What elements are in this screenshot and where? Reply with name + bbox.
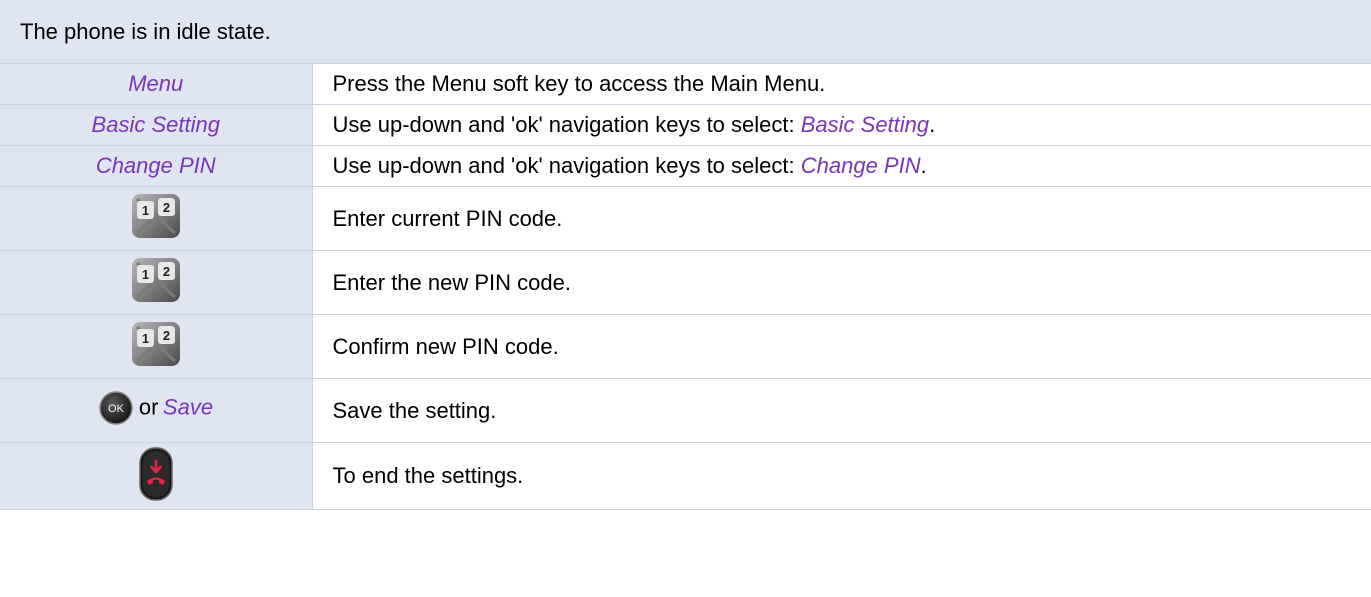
key-cell: 1 2 <box>0 314 313 379</box>
menu-item-label: Change PIN <box>95 153 216 178</box>
ok-button-label: OK <box>108 403 125 415</box>
procedure-table: The phone is in idle state. Menu Press t… <box>0 0 1371 510</box>
numeric-keypad-icon: 1 2 <box>131 321 181 372</box>
description-cell: Enter the new PIN code. <box>312 250 1371 315</box>
svg-text:2: 2 <box>163 328 170 343</box>
menu-item-label: Basic Setting <box>91 112 220 137</box>
table-row: 1 2 Confirm new PIN code. <box>0 314 1371 379</box>
description-text: Use up-down and 'ok' navigation keys to … <box>332 112 801 137</box>
svg-text:2: 2 <box>163 200 170 215</box>
svg-text:1: 1 <box>142 203 149 218</box>
menu-item-label: Basic Setting <box>800 112 930 137</box>
table-row: Basic Setting Use up-down and 'ok' navig… <box>0 104 1371 146</box>
table-row: To end the settings. <box>0 442 1371 510</box>
description-cell: Confirm new PIN code. <box>312 314 1371 379</box>
header-row: The phone is in idle state. <box>0 0 1371 64</box>
key-cell <box>0 442 313 510</box>
table-row: OK or Save Save the setting. <box>0 378 1371 443</box>
description-cell: Enter current PIN code. <box>312 186 1371 251</box>
key-cell: 1 2 <box>0 250 313 315</box>
svg-text:2: 2 <box>163 264 170 279</box>
numeric-keypad-icon: 1 2 <box>131 193 181 244</box>
hang-up-key-icon <box>139 446 173 506</box>
soft-key-label: Save <box>162 394 214 420</box>
description-punctuation: . <box>929 112 936 137</box>
table-row: 1 2 Enter the new PIN code. <box>0 250 1371 315</box>
svg-text:1: 1 <box>142 331 149 346</box>
key-cell: 1 2 <box>0 186 313 251</box>
svg-text:1: 1 <box>142 267 149 282</box>
table-row: Change PIN Use up-down and 'ok' navigati… <box>0 145 1371 187</box>
description-cell: Use up-down and 'ok' navigation keys to … <box>312 145 1371 187</box>
key-cell: Menu <box>0 63 313 105</box>
soft-key-label: Menu <box>128 71 184 96</box>
table-row: Menu Press the Menu soft key to access t… <box>0 63 1371 105</box>
numeric-keypad-icon: 1 2 <box>131 257 181 308</box>
key-cell: OK or Save <box>0 378 313 443</box>
table-row: 1 2 Enter current PIN code. <box>0 186 1371 251</box>
key-cell: Change PIN <box>0 145 313 187</box>
description-cell: Save the setting. <box>312 378 1371 443</box>
description-punctuation: . <box>920 153 927 178</box>
description-text: Use up-down and 'ok' navigation keys to … <box>332 153 801 178</box>
menu-item-label: Change PIN <box>800 153 921 178</box>
ok-button-icon: OK <box>98 390 134 431</box>
table-header: The phone is in idle state. <box>0 0 1371 64</box>
description-cell: Press the Menu soft key to access the Ma… <box>312 63 1371 105</box>
key-cell: Basic Setting <box>0 104 313 146</box>
or-connector: or <box>138 394 159 420</box>
description-cell: To end the settings. <box>312 442 1371 510</box>
description-cell: Use up-down and 'ok' navigation keys to … <box>312 104 1371 146</box>
